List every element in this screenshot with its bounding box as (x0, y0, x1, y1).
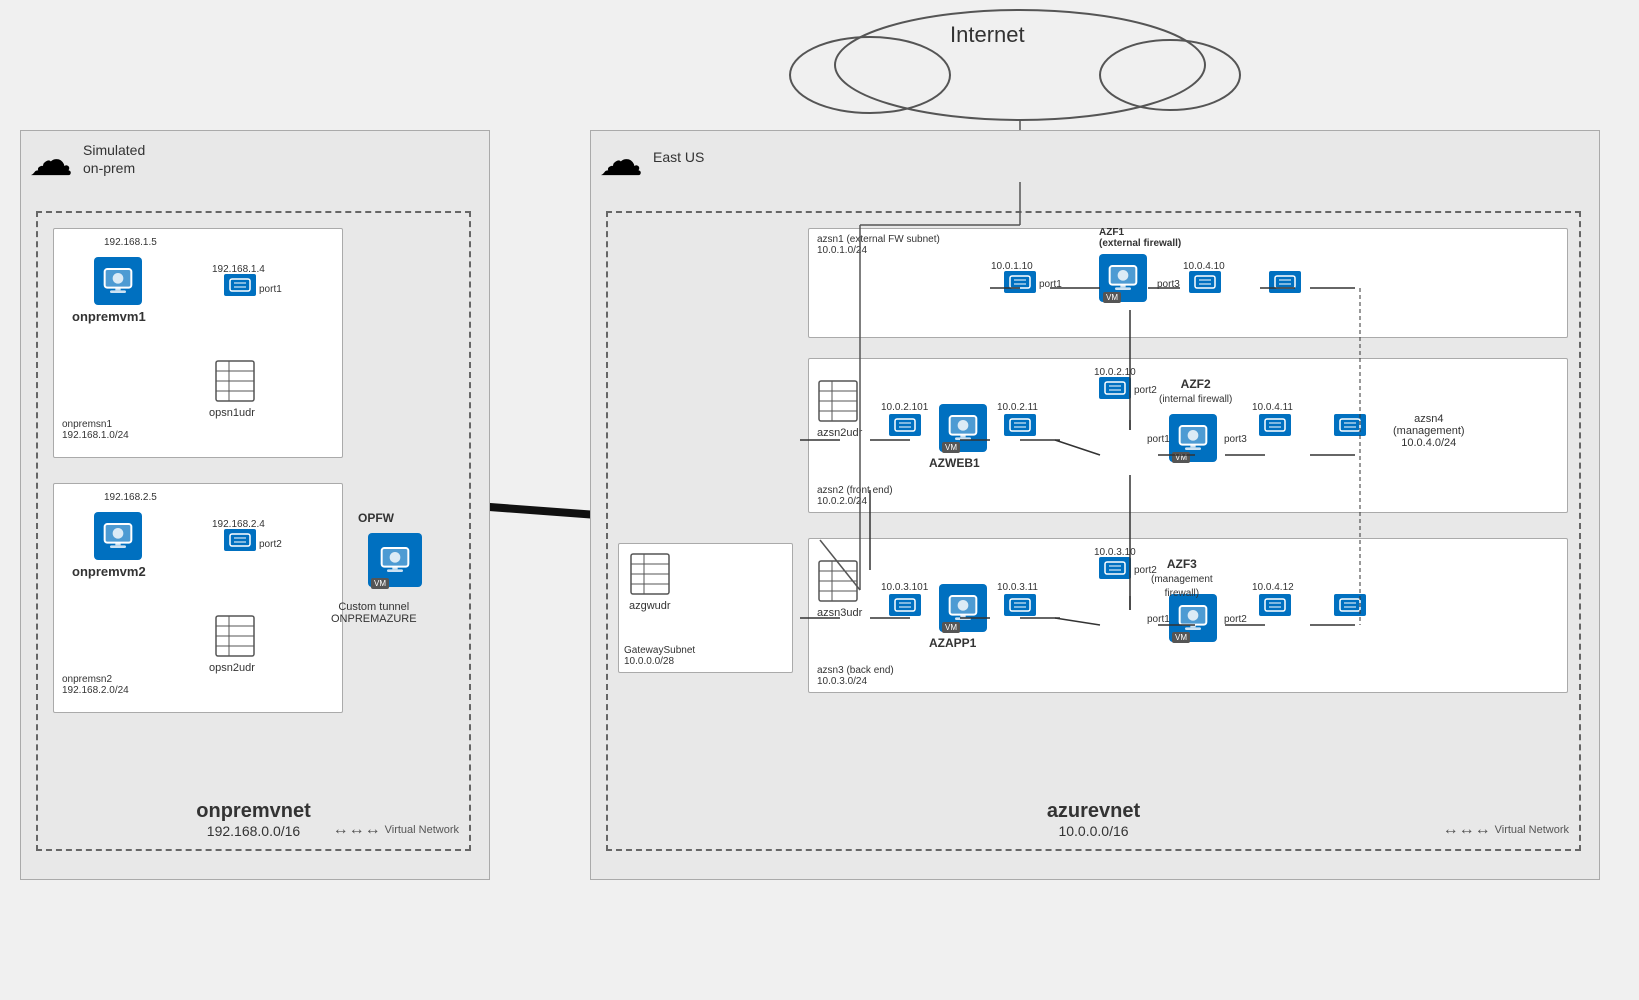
onpremvm2-label: onpremvm2 (72, 564, 146, 579)
onpremsn2-label: onpremsn2192.168.2.0/24 (62, 674, 129, 696)
onpremvm2-icon (94, 512, 142, 560)
opsn1udr-icon (214, 359, 256, 406)
eastus-vnet-type: ↔↔↔ Virtual Network (1443, 821, 1569, 839)
diagram-container: Internet Public IP ☁ Simulatedon-prem 19… (0, 0, 1639, 1000)
nic-azsn2-right (1334, 414, 1366, 436)
onpremsn1-label: onpremsn1192.168.1.0/24 (62, 419, 129, 441)
nic-10-0-4-12 (1259, 594, 1291, 616)
azsn3-label: azsn3 (back end)10.0.3.0/24 (817, 665, 894, 687)
onprem-vnet-type: ↔↔↔ Virtual Network (333, 821, 459, 839)
nic-10-0-4-11 (1259, 414, 1291, 436)
onprem-vnet-box: 192.168.1.5 onpremvm1 192.168.1.4 port1 (36, 211, 471, 851)
opsn1udr-label: opsn1udr (209, 407, 255, 419)
azgwudr-icon (629, 552, 671, 599)
nic-10-0-2-101 (889, 414, 921, 436)
nic-10-0-2-10 (1099, 377, 1131, 399)
port1-azf3: port1 (1147, 614, 1170, 625)
onpremvm2-ip: 192.168.2.5 (104, 492, 157, 503)
port1-label-onprem: port1 (259, 284, 282, 295)
azsn3udr-icon (817, 559, 859, 606)
azgwudr-label: azgwudr (629, 600, 671, 612)
ip-10-0-4-12: 10.0.4.12 (1252, 582, 1294, 593)
azf1-label: AZF1(external firewall) (1099, 227, 1181, 249)
opsn2udr-label: opsn2udr (209, 662, 255, 674)
azsn1-subnet: azsn1 (external FW subnet)10.0.1.0/24 10… (808, 228, 1568, 338)
azsn1-label: azsn1 (external FW subnet)10.0.1.0/24 (817, 234, 940, 256)
port2-azf3-right: port2 (1224, 614, 1247, 625)
nic-azsn3-right (1334, 594, 1366, 616)
azf1-vm-badge: VM (1103, 292, 1121, 303)
ip-10-0-3-101: 10.0.3.101 (881, 582, 928, 593)
opfw-label: OPFW (358, 511, 394, 525)
onpremsn1-subnet: 192.168.1.5 onpremvm1 192.168.1.4 port1 (53, 228, 343, 458)
nic-ip-2-4: 192.168.2.4 (212, 519, 265, 530)
nic-10-0-4-10 (1189, 271, 1221, 293)
eastus-cloud-icon: ☁ (599, 139, 643, 183)
azweb1-vm-badge: VM (942, 442, 960, 453)
ip-10-0-2-101: 10.0.2.101 (881, 402, 928, 413)
port3-azf2: port3 (1224, 434, 1247, 445)
onprem-region: ☁ Simulatedon-prem 192.168.1.5 onpremvm1 (20, 130, 490, 880)
azurevnet-label: azurevnet 10.0.0.0/16 (1047, 800, 1140, 839)
nic-ip-1-4: 192.168.1.4 (212, 264, 265, 275)
azsn2udr-icon (817, 379, 859, 426)
opsn2udr-icon (214, 614, 256, 661)
azsn2udr-label: azsn2udr (817, 427, 862, 439)
ip-10-0-3-11: 10.0.3.11 (997, 582, 1038, 593)
port1-azf2: port1 (1147, 434, 1170, 445)
nic-10-0-3-11 (1004, 594, 1036, 616)
nic-10-0-3-101 (889, 594, 921, 616)
azapp1-label: AZAPP1 (929, 636, 976, 650)
azf3-label: AZF3(managementfirewall) (1151, 557, 1213, 599)
onprem-region-label: Simulatedon-prem (83, 141, 145, 177)
nic-onpremsn1 (224, 274, 256, 296)
ip-10-0-1-10: 10.0.1.10 (991, 261, 1033, 272)
ip-10-0-2-10: 10.0.2.10 (1094, 367, 1136, 378)
onpremvm1-label: onpremvm1 (72, 309, 146, 324)
ip-10-0-2-11: 10.0.2.11 (997, 402, 1038, 413)
azweb1-label: AZWEB1 (929, 456, 980, 470)
azsn2-label: azsn2 (front end)10.0.2.0/24 (817, 485, 893, 507)
eastus-region-label: East US (653, 149, 704, 165)
nic-10-0-3-10 (1099, 557, 1131, 579)
onpremvm1-ip: 192.168.1.5 (104, 237, 157, 248)
onprem-vnet-label: onpremvnet 192.168.0.0/16 (196, 800, 310, 839)
azsn3-subnet: azsn3 (back end)10.0.3.0/24 azsn3udr (808, 538, 1568, 693)
ip-10-0-4-10: 10.0.4.10 (1183, 261, 1225, 272)
onpremsn2-subnet: 192.168.2.5 onpremvm2 192.168.2.4 port2 (53, 483, 343, 713)
port3-azf1: port3 (1157, 279, 1180, 290)
internet-label: Internet (950, 22, 1025, 48)
nic-onpremsn2 (224, 529, 256, 551)
gateway-subnet-label: GatewaySubnet10.0.0.0/28 (624, 645, 695, 667)
nic-azsn1-right (1269, 271, 1301, 293)
gateway-subnet-box: azgwudr GatewaySubnet10.0.0.0/28 (618, 543, 793, 673)
ip-10-0-4-11: 10.0.4.11 (1252, 402, 1293, 413)
tunnel-label: Custom tunnelONPREMAZURE (331, 601, 417, 625)
port2-azf2: port2 (1134, 385, 1157, 396)
azurevnet-box: azgwudr GatewaySubnet10.0.0.0/28 Gateway… (606, 211, 1581, 851)
onprem-cloud-icon: ☁ (29, 139, 73, 183)
eastus-region: ☁ East US azgwudr Gat (590, 130, 1600, 880)
port2-label-onprem: port2 (259, 539, 282, 550)
azsn3udr-label: azsn3udr (817, 607, 862, 619)
azf2-vm-badge: VM (1172, 452, 1190, 463)
azf2-label: AZF2(internal firewall) (1159, 377, 1232, 405)
nic-10-0-2-11 (1004, 414, 1036, 436)
onpremvm1-icon (94, 257, 142, 305)
azsn4-label: azsn4(management)10.0.4.0/24 (1393, 413, 1465, 449)
ip-10-0-3-10: 10.0.3.10 (1094, 547, 1136, 558)
azf3-vm-badge: VM (1172, 632, 1190, 643)
nic-10-0-1-10 (1004, 271, 1036, 293)
azapp1-vm-badge: VM (942, 622, 960, 633)
port1-azf1: port1 (1039, 279, 1062, 290)
opfw-vm-badge: VM (371, 578, 389, 589)
